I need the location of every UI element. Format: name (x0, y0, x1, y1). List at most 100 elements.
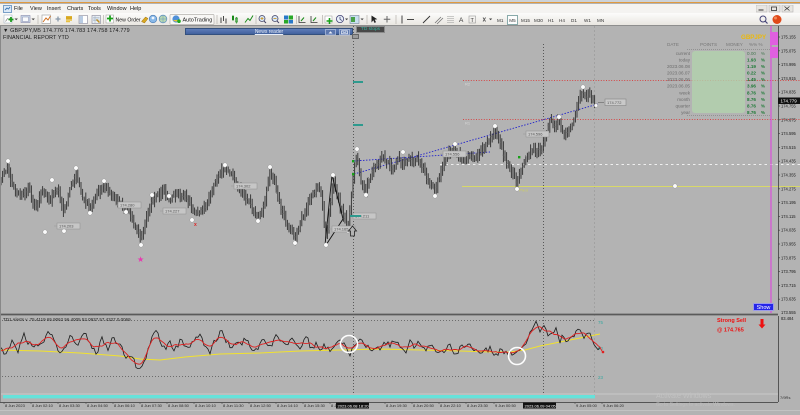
svg-text:23: 23 (598, 375, 604, 380)
svg-text:current: current (676, 51, 691, 56)
svg-text:%: % (761, 103, 765, 108)
svg-text:A: A (459, 17, 464, 24)
svg-text:174.915: 174.915 (781, 76, 797, 81)
svg-text:174.115: 174.115 (781, 214, 796, 219)
svg-text:★: ★ (137, 255, 144, 264)
svg-text:R2: R2 (465, 82, 471, 87)
svg-text:MONEY: MONEY (726, 42, 743, 47)
svg-text:%: % (761, 64, 765, 69)
svg-text:week: week (679, 90, 690, 95)
svg-text:2023.06.08 18:20: 2023.06.08 18:20 (338, 403, 370, 408)
svg-text:Activate Windows: Activate Windows (656, 393, 712, 400)
svg-text:174.302: 174.302 (236, 184, 251, 189)
svg-text:1.19: 1.19 (747, 64, 756, 69)
svg-text:GBPJPY: GBPJPY (741, 34, 767, 41)
svg-text:2023.06.05: 2023.06.05 (667, 84, 690, 89)
svg-text:8 Jun 23:30: 8 Jun 23:30 (467, 403, 489, 408)
svg-text:New Order: New Order (116, 18, 141, 24)
svg-text:174.435: 174.435 (781, 159, 797, 164)
svg-text:174.772: 174.772 (607, 100, 622, 105)
svg-text:quarter: quarter (675, 103, 690, 108)
svg-text:8 Jun 07:30: 8 Jun 07:30 (141, 403, 163, 408)
svg-text:174.227: 174.227 (165, 209, 180, 214)
svg-text:173.875: 173.875 (781, 255, 797, 260)
svg-text:174.675: 174.675 (781, 117, 797, 122)
svg-text:%: % (761, 77, 765, 82)
svg-text:month: month (677, 97, 690, 102)
svg-text:%: % (761, 90, 765, 95)
svg-text:AutoTrading: AutoTrading (183, 18, 213, 24)
svg-text:8.76: 8.76 (747, 103, 756, 108)
svg-text:Go to Settings to activate Win: Go to Settings to activate Windows. (656, 402, 735, 408)
svg-text:8 Jun 04:50: 8 Jun 04:50 (87, 403, 109, 408)
svg-text:%: % (761, 71, 765, 76)
svg-text:175.155: 175.155 (781, 35, 797, 40)
svg-text:8 Jun 02:10: 8 Jun 02:10 (32, 403, 54, 408)
svg-text:174.203: 174.203 (59, 224, 74, 229)
svg-text:174.280: 174.280 (120, 203, 135, 208)
svg-text:year: year (681, 110, 690, 115)
svg-text:174.195: 174.195 (781, 200, 797, 205)
svg-text:8 Jun 2023: 8 Jun 2023 (5, 403, 26, 408)
svg-text:8 Jun 20:50: 8 Jun 20:50 (413, 403, 435, 408)
svg-text:173.635: 173.635 (781, 297, 797, 302)
svg-text:@ 174.765: @ 174.765 (717, 328, 744, 334)
svg-text:175.075: 175.075 (781, 48, 797, 53)
svg-text:9 Jun 00:50: 9 Jun 00:50 (495, 403, 517, 408)
svg-text:174.275: 174.275 (781, 186, 797, 191)
svg-text:174.556: 174.556 (445, 152, 460, 157)
svg-text:174.165: 174.165 (334, 227, 349, 232)
svg-text:173.955: 173.955 (781, 242, 797, 247)
svg-text:Pivot: Pivot (519, 188, 529, 193)
svg-text:174.515: 174.515 (781, 145, 797, 150)
svg-text:174.596: 174.596 (528, 132, 543, 137)
svg-text:2023.06.07: 2023.06.07 (667, 71, 690, 76)
svg-text:x: x (194, 222, 197, 228)
svg-text:75: 75 (598, 320, 604, 325)
svg-text:9 Jun 06:20: 9 Jun 06:20 (603, 403, 625, 408)
svg-text:2023.06.09 04:05: 2023.06.09 04:05 (525, 403, 557, 408)
svg-text:174.779: 174.779 (781, 99, 798, 104)
svg-text:174.035: 174.035 (781, 228, 797, 233)
svg-text:8 Jun 12:50: 8 Jun 12:50 (250, 403, 272, 408)
svg-text:173.795: 173.795 (781, 269, 797, 274)
svg-text:8.76: 8.76 (747, 97, 756, 102)
svg-text:173.555: 173.555 (781, 310, 797, 315)
svg-text:8 Jun 10:10: 8 Jun 10:10 (195, 403, 217, 408)
svg-text:TD1 Alerts v. 75.4119 65.9062: TD1 Alerts v. 75.4119 65.9062 56.4005 52… (3, 317, 131, 322)
svg-text:%: % (761, 51, 765, 56)
svg-text:8 Jun 11:30: 8 Jun 11:30 (223, 403, 244, 408)
svg-text:7/9Rs: 7/9Rs (780, 395, 790, 400)
svg-text:today: today (679, 58, 691, 63)
svg-text:8 Jun 19:30: 8 Jun 19:30 (386, 403, 408, 408)
svg-text:DATE: DATE (667, 42, 679, 47)
svg-text:0.00: 0.00 (747, 51, 756, 56)
svg-text:8.76: 8.76 (747, 90, 756, 95)
svg-text:2023.06.08: 2023.06.08 (667, 64, 690, 69)
svg-text:9 Jun 05:00: 9 Jun 05:00 (576, 403, 598, 408)
svg-text:8 Jun 22:10: 8 Jun 22:10 (440, 403, 462, 408)
svg-text:Strong Sell: Strong Sell (717, 318, 747, 324)
svg-text:R1: R1 (465, 121, 471, 126)
svg-text:1.93: 1.93 (747, 58, 756, 63)
svg-text:0.22: 0.22 (747, 71, 756, 76)
svg-text:174.835: 174.835 (781, 90, 797, 95)
svg-text:174.755: 174.755 (781, 104, 797, 109)
svg-text:2023.06.06: 2023.06.06 (667, 77, 690, 82)
svg-text:174.595: 174.595 (781, 131, 797, 136)
svg-text:1.45: 1.45 (747, 77, 756, 82)
svg-text:174.355: 174.355 (781, 173, 797, 178)
svg-text:8 Jun 03:30: 8 Jun 03:30 (59, 403, 81, 408)
svg-text:83.484: 83.484 (781, 316, 794, 321)
svg-text:%: % (761, 97, 765, 102)
svg-text:%: % (761, 84, 765, 89)
svg-text:8 Jun 15:30: 8 Jun 15:30 (304, 403, 326, 408)
svg-text:8.76: 8.76 (747, 110, 756, 115)
svg-text:%: % (761, 110, 765, 115)
svg-text:%% %: %% % (749, 42, 763, 47)
svg-text:8 Jun 14:10: 8 Jun 14:10 (277, 403, 299, 408)
svg-text:8 Jun 06:10: 8 Jun 06:10 (114, 403, 136, 408)
svg-text:%: % (761, 58, 765, 63)
svg-text:173.715: 173.715 (781, 283, 797, 288)
svg-text:174.995: 174.995 (781, 62, 797, 67)
